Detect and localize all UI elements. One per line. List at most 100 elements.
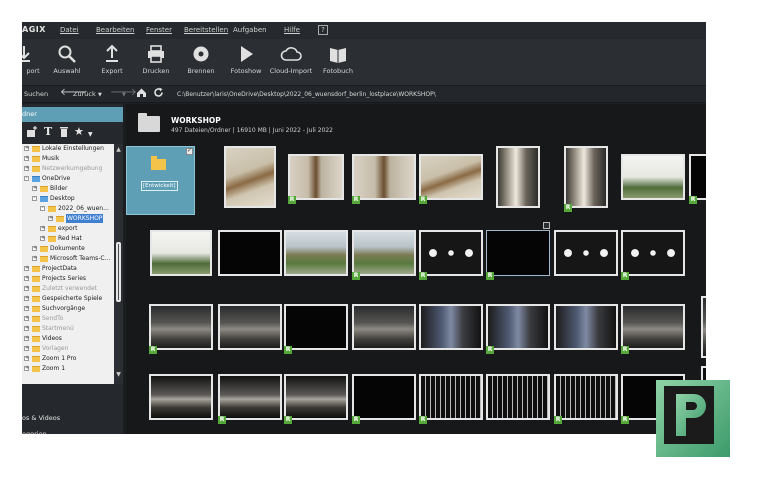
tree-expand-icon[interactable]: + <box>24 286 29 291</box>
tree-scrollbar[interactable]: ▲ ▼ <box>114 144 123 384</box>
photo-thumbnail[interactable] <box>486 230 550 276</box>
trash-icon[interactable] <box>59 126 69 141</box>
sidebar-header[interactable]: dner <box>22 107 123 122</box>
tree-expand-icon[interactable]: + <box>24 366 29 371</box>
tree-item[interactable]: + Projects Series <box>22 274 114 283</box>
tree-item[interactable]: + Suchvorgänge <box>22 304 114 313</box>
tree-item[interactable]: + Gespeicherte Spiele <box>22 294 114 303</box>
photo-thumbnail[interactable] <box>689 154 706 200</box>
photo-thumbnail[interactable] <box>352 154 416 200</box>
photo-thumbnail[interactable] <box>284 374 348 420</box>
tree-item[interactable]: + Zoom 1 Pro <box>22 354 114 363</box>
photo-thumbnail[interactable] <box>352 374 416 420</box>
tree-expand-icon[interactable]: + <box>24 166 29 171</box>
tree-expand-icon[interactable]: + <box>40 236 45 241</box>
menu-bearbeiten[interactable]: Bearbeiten <box>96 26 134 34</box>
photo-thumbnail[interactable] <box>149 304 213 350</box>
tree-item[interactable]: - OneDrive <box>22 174 114 183</box>
tree-item[interactable]: + export <box>22 224 114 233</box>
tree-item[interactable]: + Musik <box>22 154 114 163</box>
photo-thumbnail[interactable] <box>419 154 483 200</box>
cloud-import-button[interactable]: Cloud-Import <box>265 42 317 84</box>
photo-thumbnail[interactable] <box>284 304 348 350</box>
photo-thumbnail[interactable] <box>419 374 483 420</box>
photo-thumbnail[interactable] <box>621 154 685 200</box>
back-button[interactable]: Zurück <box>73 90 96 98</box>
menu-aufgaben[interactable]: Aufgaben <box>233 26 267 34</box>
photo-thumbnail[interactable] <box>288 154 344 200</box>
tree-item[interactable]: + Zuletzt verwendet <box>22 284 114 293</box>
photo-thumbnail[interactable] <box>352 304 416 350</box>
photo-thumbnail[interactable] <box>621 230 685 276</box>
favorite-star-icon[interactable]: ★ <box>74 126 84 138</box>
photo-thumbnail[interactable] <box>352 230 416 276</box>
photo-thumbnail[interactable] <box>224 146 276 208</box>
home-icon[interactable] <box>136 87 147 100</box>
scroll-down-icon[interactable]: ▼ <box>115 371 122 378</box>
photo-thumbnail[interactable] <box>149 374 213 420</box>
scroll-up-icon[interactable]: ▲ <box>115 146 122 153</box>
favorite-dropdown-icon[interactable]: ▼ <box>88 129 93 141</box>
tree-item[interactable]: + ProjectData <box>22 264 114 273</box>
new-folder-icon[interactable] <box>26 126 38 141</box>
menu-datei[interactable]: Datei <box>60 26 79 34</box>
photo-thumbnail[interactable] <box>150 230 212 276</box>
tree-item[interactable]: + Videos <box>22 334 114 343</box>
sidebar-categories[interactable]: egorien <box>22 430 47 434</box>
tree-expand-icon[interactable]: + <box>24 336 29 341</box>
tree-item[interactable]: + Red Hat <box>22 234 114 243</box>
tree-expand-icon[interactable]: + <box>48 216 53 221</box>
tree-expand-icon[interactable]: + <box>24 316 29 321</box>
tree-expand-icon[interactable]: + <box>32 256 37 261</box>
photo-thumbnail[interactable] <box>496 146 540 208</box>
photo-thumbnail[interactable] <box>486 374 550 420</box>
tree-expand-icon[interactable]: + <box>24 346 29 351</box>
photo-thumbnail[interactable] <box>218 230 282 276</box>
photo-thumbnail[interactable] <box>564 146 608 208</box>
tree-item[interactable]: + SendTo <box>22 314 114 323</box>
tree-item[interactable]: + Lokale Einstellungen <box>22 144 114 153</box>
photo-thumbnail[interactable] <box>486 304 550 350</box>
tree-item[interactable]: + Startmenü <box>22 324 114 333</box>
help-icon[interactable]: ? <box>318 25 328 35</box>
photo-thumbnail[interactable] <box>554 304 618 350</box>
tree-item[interactable]: - Desktop <box>22 194 114 203</box>
photo-thumbnail[interactable] <box>284 230 348 276</box>
photo-thumbnail[interactable] <box>218 374 282 420</box>
tree-expand-icon[interactable]: + <box>24 296 29 301</box>
tree-item[interactable]: + Microsoft Teams-C... <box>22 254 114 263</box>
tree-expand-icon[interactable]: + <box>40 226 45 231</box>
photo-thumbnail[interactable] <box>554 374 618 420</box>
photo-thumbnail[interactable] <box>419 230 483 276</box>
tree-expand-icon[interactable]: - <box>40 206 45 211</box>
tree-expand-icon[interactable]: + <box>24 266 29 271</box>
refresh-icon[interactable] <box>153 87 164 100</box>
photo-thumbnail[interactable] <box>218 304 282 350</box>
rename-icon[interactable]: T <box>44 126 52 138</box>
forward-dropdown-icon[interactable]: ▼ <box>122 92 126 98</box>
tree-expand-icon[interactable]: + <box>24 146 29 151</box>
tree-expand-icon[interactable]: + <box>24 356 29 361</box>
tree-expand-icon[interactable]: + <box>24 326 29 331</box>
select-checkbox[interactable] <box>543 222 550 229</box>
tree-expand-icon[interactable]: - <box>32 196 37 201</box>
sidebar-photos-videos[interactable]: os & Videos <box>22 414 60 422</box>
menu-fenster[interactable]: Fenster <box>146 26 172 34</box>
tree-expand-icon[interactable]: - <box>24 176 29 181</box>
tree-expand-icon[interactable]: + <box>24 276 29 281</box>
photo-thumbnail[interactable] <box>554 230 618 276</box>
back-dropdown-icon[interactable]: ▼ <box>98 92 102 98</box>
scroll-thumb[interactable] <box>116 242 121 302</box>
tree-item[interactable]: - 2022_06_wuen... <box>22 204 114 213</box>
tree-expand-icon[interactable]: + <box>24 306 29 311</box>
developed-folder-tile[interactable]: [Entwickelt] <box>126 146 195 215</box>
tree-expand-icon[interactable]: + <box>24 156 29 161</box>
photo-thumbnail[interactable] <box>419 304 483 350</box>
menu-bereitstellen[interactable]: Bereitstellen <box>184 26 228 34</box>
tree-expand-icon[interactable]: + <box>32 246 37 251</box>
menu-hilfe[interactable]: Hilfe <box>284 26 300 34</box>
photo-thumbnail[interactable] <box>621 304 685 350</box>
tree-expand-icon[interactable]: + <box>32 186 37 191</box>
tree-item[interactable]: + Bilder <box>22 184 114 193</box>
tree-item[interactable]: + Dokumente <box>22 244 114 253</box>
